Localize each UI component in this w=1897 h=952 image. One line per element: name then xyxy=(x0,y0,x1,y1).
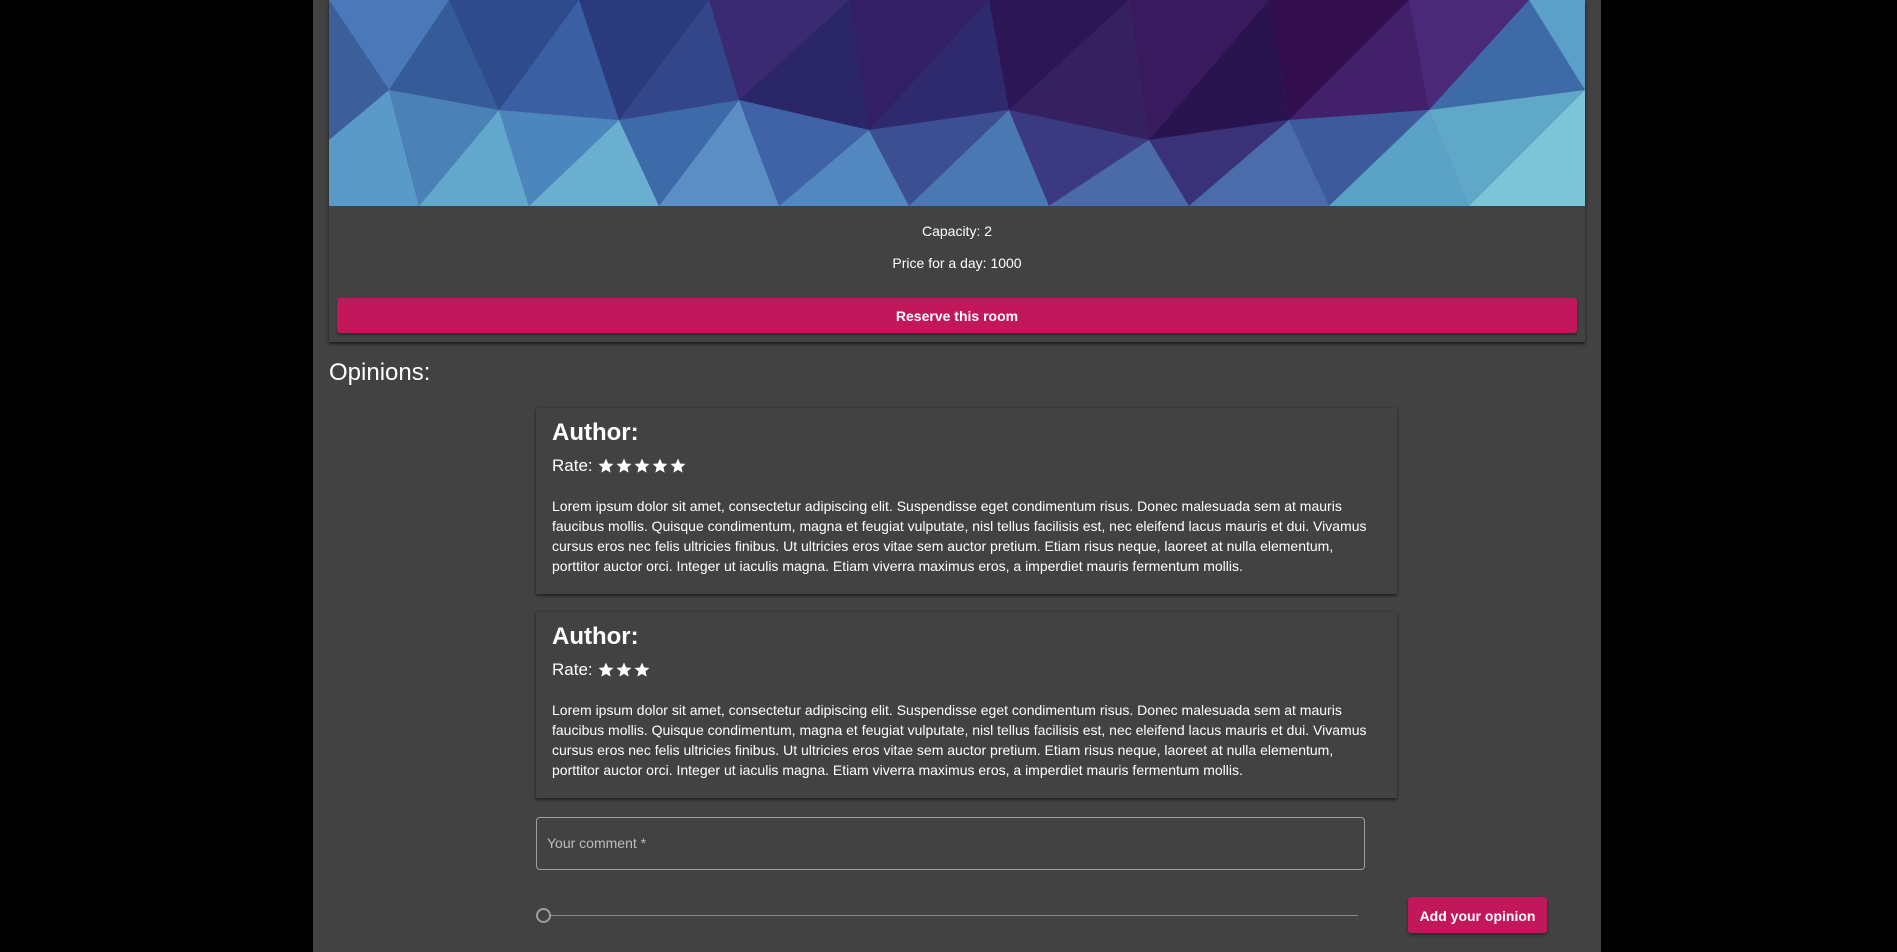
comment-placeholder: Your comment * xyxy=(547,835,647,851)
star-icon xyxy=(616,662,632,677)
star-icon xyxy=(598,662,614,677)
opinion-text: Lorem ipsum dolor sit amet, consectetur … xyxy=(552,498,1367,574)
star-icon xyxy=(616,458,632,473)
star-icon xyxy=(634,458,650,473)
opinion-author: Author: xyxy=(552,419,639,446)
opinion-rating: Rate: xyxy=(552,455,687,477)
opinion-text: Lorem ipsum dolor sit amet, consectetur … xyxy=(552,702,1367,778)
room-capacity: Capacity: 2 xyxy=(921,223,993,239)
star-icon xyxy=(652,458,668,473)
rate-label: Rate: xyxy=(552,456,593,475)
rating-stars xyxy=(597,661,651,679)
room-image xyxy=(329,0,1585,206)
slider-thumb[interactable] xyxy=(536,908,551,923)
opinion-card: Author: Rate: Lorem ipsum dolor sit amet… xyxy=(536,612,1397,798)
opinions-heading: Opinions: xyxy=(329,359,431,386)
page-container: Capacity: 2 Price for a day: 1000 Reserv… xyxy=(313,0,1601,952)
room-price: Price for a day: 1000 xyxy=(892,255,1022,271)
opinion-author: Author: xyxy=(552,623,639,650)
room-card: Capacity: 2 Price for a day: 1000 Reserv… xyxy=(329,0,1585,342)
reserve-room-button[interactable]: Reserve this room xyxy=(337,298,1577,333)
rate-label: Rate: xyxy=(552,660,593,679)
comment-input[interactable]: Your comment * xyxy=(536,817,1365,870)
add-opinion-button[interactable]: Add your opinion xyxy=(1408,897,1547,933)
opinion-card: Author: Rate: Lorem ipsum dolor sit amet… xyxy=(536,408,1397,594)
slider-track[interactable] xyxy=(544,915,1358,916)
star-icon xyxy=(634,662,650,677)
star-icon xyxy=(598,458,614,473)
star-icon xyxy=(670,458,686,473)
opinion-rating: Rate: xyxy=(552,659,651,681)
rating-stars xyxy=(597,457,687,475)
